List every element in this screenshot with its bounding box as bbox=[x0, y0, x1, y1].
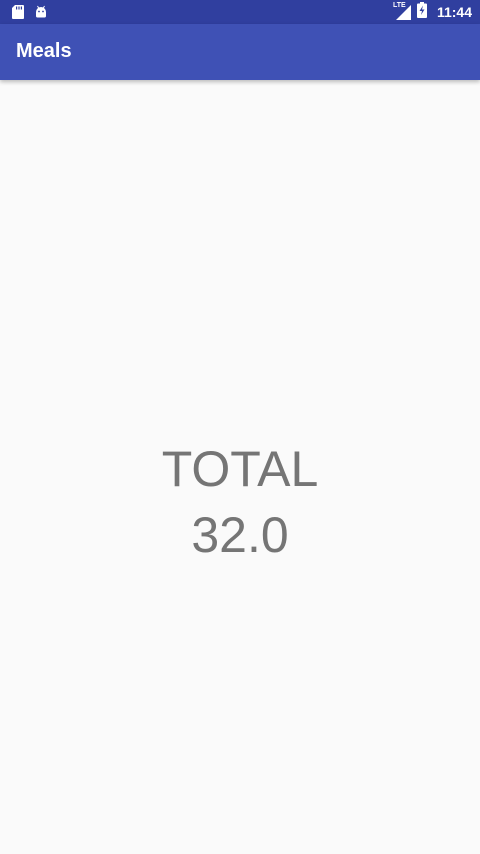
battery-charging-icon bbox=[416, 2, 427, 22]
app-bar: Meals bbox=[0, 24, 480, 80]
total-label: TOTAL bbox=[161, 441, 319, 497]
total-value: 32.0 bbox=[191, 507, 289, 563]
status-bar-system: LTE 11:44 bbox=[393, 2, 472, 22]
sd-card-icon bbox=[12, 4, 24, 23]
signal-icon: LTE bbox=[393, 2, 411, 21]
status-time: 11:44 bbox=[436, 4, 472, 20]
total-summary: TOTAL 32.0 bbox=[0, 436, 480, 568]
page-title: Meals bbox=[16, 40, 72, 62]
status-bar: LTE 11:44 bbox=[0, 0, 480, 24]
status-bar-notifications bbox=[12, 4, 48, 23]
main-content: TOTAL 32.0 bbox=[0, 80, 480, 854]
android-icon bbox=[34, 4, 48, 23]
